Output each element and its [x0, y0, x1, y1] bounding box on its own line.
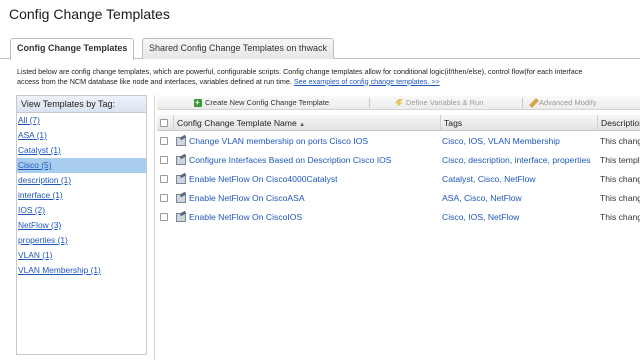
row-checkbox[interactable]	[160, 137, 168, 145]
tag-filter-item[interactable]: Cisco (5)	[17, 158, 146, 173]
tag-filter-item[interactable]: ASA (1)	[17, 128, 146, 143]
toolbar: Create New Config Change Template Define…	[157, 96, 640, 110]
row-select-cell	[157, 132, 173, 151]
table-row[interactable]: Configure Interfaces Based on Descriptio…	[157, 151, 640, 170]
column-name-label: Config Change Template Name	[177, 118, 297, 128]
toolbar-separator	[369, 98, 370, 108]
template-name-cell[interactable]: Enable NetFlow On CiscoASA	[173, 189, 440, 208]
row-select-cell	[157, 170, 173, 189]
intro-line-2-text: access from the NCM database like node a…	[17, 76, 292, 86]
define-variables-run-button[interactable]: Define Variables & Run	[395, 97, 483, 109]
template-tags-cell[interactable]: Cisco, IOS, VLAN Membership	[440, 132, 597, 151]
tab-shared-templates-thwack[interactable]: Shared Config Change Templates on thwack	[142, 38, 334, 59]
template-name-cell[interactable]: Enable NetFlow On Cisco4000Catalyst	[173, 170, 440, 189]
tag-filter-panel: View Templates by Tag: All (7) ASA (1) Cat…	[16, 95, 147, 355]
table-row[interactable]: Enable NetFlow On CiscoASA ASA, Cisco, Ne…	[157, 189, 640, 208]
template-tags-cell[interactable]: ASA, Cisco, NetFlow	[440, 189, 597, 208]
grid-header: Config Change Template Name ▲ Tags Descr…	[157, 115, 640, 131]
page-title: Config Change Templates	[9, 6, 170, 22]
toolbar-separator	[522, 98, 523, 108]
tag-filter-item[interactable]: Catalyst (1)	[17, 143, 146, 158]
template-tags-cell[interactable]: Cisco, IOS, NetFlow	[440, 208, 597, 227]
template-description-cell: This change	[600, 136, 640, 146]
lightning-icon	[395, 99, 403, 107]
tag-filter-item[interactable]: properties (1)	[17, 233, 146, 248]
template-name-link[interactable]: Configure Interfaces Based on Descriptio…	[189, 155, 392, 165]
advanced-modify-button[interactable]: Advanced Modify	[529, 97, 597, 109]
column-header-description[interactable]: Description	[597, 115, 640, 131]
template-name-cell[interactable]: Change VLAN membership on ports Cisco IO…	[173, 132, 440, 151]
template-name-link[interactable]: Change VLAN membership on ports Cisco IO…	[189, 136, 368, 146]
tag-panel-header: View Templates by Tag:	[17, 96, 146, 113]
create-template-label: Create New Config Change Template	[205, 98, 330, 107]
table-row[interactable]: Enable NetFlow On CiscoIOS Cisco, IOS, Ne…	[157, 208, 640, 227]
template-name-link[interactable]: Enable NetFlow On CiscoIOS	[189, 212, 302, 222]
row-checkbox[interactable]	[160, 156, 168, 164]
tag-filter-item[interactable]: IOS (2)	[17, 203, 146, 218]
row-checkbox[interactable]	[160, 213, 168, 221]
intro-line-1: Listed below are config change templates…	[17, 67, 583, 76]
row-select-cell	[157, 208, 173, 227]
tag-filter-item[interactable]: VLAN (1)	[17, 248, 146, 263]
examples-link[interactable]: See examples of config change templates.…	[294, 77, 440, 86]
tag-filter-item[interactable]: interface (1)	[17, 188, 146, 203]
template-name-link[interactable]: Enable NetFlow On Cisco4000Catalyst	[189, 174, 338, 184]
template-tags-cell[interactable]: Cisco, description, interface, propertie…	[440, 151, 597, 170]
template-name-cell[interactable]: Enable NetFlow On CiscoIOS	[173, 208, 440, 227]
row-checkbox[interactable]	[160, 194, 168, 202]
tab-bar: Config Change Templates Shared Config Ch…	[0, 38, 640, 60]
row-select-cell	[157, 189, 173, 208]
add-icon	[194, 97, 202, 109]
template-icon	[176, 174, 186, 184]
template-icon	[176, 193, 186, 203]
template-name-link[interactable]: Enable NetFlow On CiscoASA	[189, 193, 305, 203]
pencil-icon	[529, 98, 539, 108]
column-header-name[interactable]: Config Change Template Name ▲	[173, 115, 440, 131]
template-description-cell: This template	[600, 155, 640, 165]
template-icon	[176, 212, 186, 222]
table-row[interactable]: Change VLAN membership on ports Cisco IO…	[157, 132, 640, 151]
tab-config-change-templates[interactable]: Config Change Templates	[10, 38, 135, 60]
column-header-tags[interactable]: Tags	[440, 115, 597, 131]
panel-divider	[154, 95, 155, 360]
template-icon	[176, 136, 186, 146]
template-description-cell: This change	[600, 212, 640, 222]
select-all-checkbox[interactable]	[160, 119, 168, 127]
template-description-cell: This change	[600, 193, 640, 203]
advanced-modify-label: Advanced Modify	[539, 98, 597, 107]
tag-filter-item[interactable]: description (1)	[17, 173, 146, 188]
tag-list: All (7) ASA (1) Catalyst (1) Cisco (5) descr…	[17, 113, 146, 278]
row-checkbox[interactable]	[160, 175, 168, 183]
template-name-cell[interactable]: Configure Interfaces Based on Descriptio…	[173, 151, 440, 170]
template-icon	[176, 155, 186, 165]
create-template-button[interactable]: Create New Config Change Template	[194, 97, 329, 109]
tag-filter-item[interactable]: NetFlow (3)	[17, 218, 146, 233]
table-row[interactable]: Enable NetFlow On Cisco4000Catalyst Catal…	[157, 170, 640, 189]
tag-filter-item[interactable]: VLAN Membership (1)	[17, 263, 146, 278]
define-variables-label: Define Variables & Run	[406, 98, 484, 107]
intro-line-2: access from the NCM database like node a…	[17, 77, 637, 87]
row-select-cell	[157, 151, 173, 170]
tag-filter-item[interactable]: All (7)	[17, 113, 146, 128]
intro-text: Listed below are config change templates…	[17, 67, 637, 86]
template-tags-cell[interactable]: Catalyst, Cisco, NetFlow	[440, 170, 597, 189]
template-description-cell: This change	[600, 174, 640, 184]
select-all-cell	[157, 115, 173, 131]
sort-ascending-icon: ▲	[299, 122, 306, 128]
